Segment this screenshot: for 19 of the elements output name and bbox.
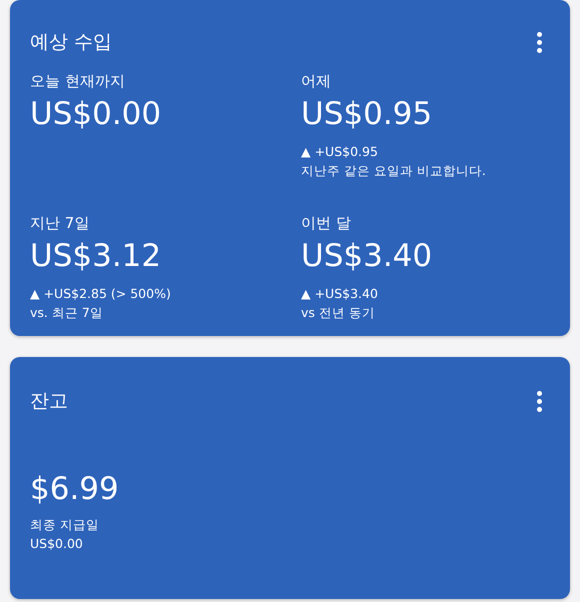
payment-label: 최종 지급일 [30,516,100,534]
comparison-note: 지난주 같은 요일과 비교합니다. [301,162,487,180]
comparison-note: vs. 최근 7일 [30,304,104,322]
change-text: ▲ +US$0.95 [301,143,379,161]
card-title: 잔고 [30,389,68,414]
metric-value: US$0.95 [301,95,434,134]
metric-value: US$3.12 [30,237,162,276]
metric-label: 지난 7일 [30,213,90,234]
metric-label: 오늘 현재까지 [30,71,126,92]
metric-label: 이번 달 [301,213,352,234]
metric-value: US$0.00 [30,95,162,134]
change-text: ▲ +US$2.85 (> 500%) [30,285,172,303]
metric-value: US$3.40 [301,237,434,276]
change-text: ▲ +US$3.40 [301,285,379,303]
payment-value: US$0.00 [30,535,84,553]
balance-value: $6.99 [30,470,120,509]
comparison-note: vs 전년 동기 [301,304,376,322]
card-title: 예상 수입 [30,30,112,55]
metric-label: 어제 [301,71,332,92]
